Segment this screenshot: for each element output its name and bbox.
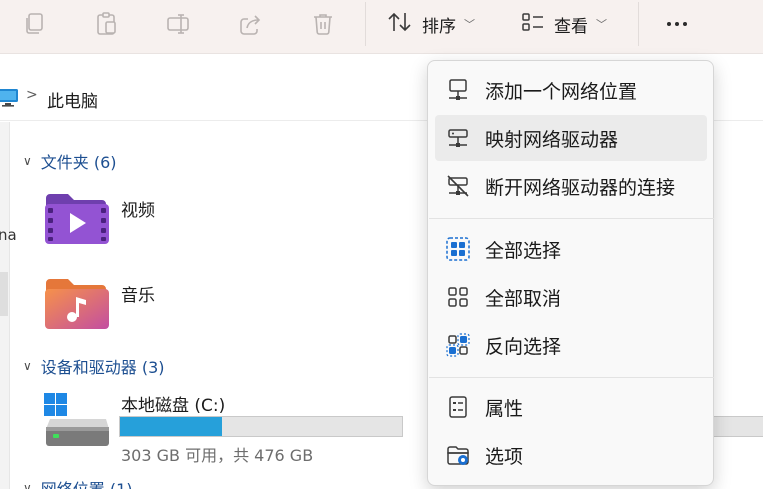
nav-selected-item[interactable] xyxy=(0,272,8,316)
chevron-down-icon: ∨ xyxy=(23,359,32,373)
this-pc-icon xyxy=(0,88,20,112)
properties-icon xyxy=(446,395,470,419)
view-more-menu: 添加一个网络位置 映射网络驱动器 断开网络驱动器的连接 全部选择 全部取消 反向… xyxy=(427,60,714,486)
group-header-folders[interactable]: ∨ 文件夹 (6) xyxy=(23,149,117,173)
share-icon[interactable] xyxy=(236,9,266,39)
videos-folder-icon[interactable] xyxy=(44,192,110,250)
drive-name[interactable]: 本地磁盘 (C:) xyxy=(121,391,225,416)
menu-item-select-all[interactable]: 全部选择 xyxy=(435,226,707,272)
invert-selection-icon xyxy=(446,333,470,357)
drive-free-space: 303 GB 可用，共 476 GB xyxy=(121,446,314,465)
select-all-icon xyxy=(446,237,470,261)
menu-item-disconnect-network-drive[interactable]: 断开网络驱动器的连接 xyxy=(435,163,707,209)
folder-label-videos[interactable]: 视频 xyxy=(121,196,155,221)
more-icon[interactable] xyxy=(655,10,699,38)
chevron-down-icon: ﹀ xyxy=(464,18,475,31)
sort-button[interactable]: 排序 ﹀ xyxy=(387,9,475,39)
menu-item-select-none[interactable]: 全部取消 xyxy=(435,274,707,320)
view-icon xyxy=(521,11,545,38)
menu-separator xyxy=(429,377,714,378)
breadcrumb-chevron-icon: > xyxy=(26,87,38,103)
map-drive-icon xyxy=(446,126,470,150)
breadcrumb-location[interactable]: 此电脑 xyxy=(47,87,98,112)
select-none-icon xyxy=(446,285,470,309)
copy-icon[interactable] xyxy=(20,9,50,39)
menu-separator xyxy=(429,218,714,219)
group-header-devices[interactable]: ∨ 设备和驱动器 (3) xyxy=(23,354,165,378)
chevron-down-icon: ∨ xyxy=(23,154,32,168)
nav-item-fragment[interactable]: na xyxy=(0,226,17,244)
chevron-down-icon: ∨ xyxy=(23,481,32,489)
command-bar: 排序 ﹀ 查看 ﹀ xyxy=(0,0,763,54)
drive-usage-bar-2 xyxy=(712,416,763,437)
local-disk-icon[interactable] xyxy=(44,393,110,453)
drive-usage-fill xyxy=(120,417,222,436)
view-label: 查看 xyxy=(554,16,588,37)
view-button[interactable]: 查看 ﹀ xyxy=(521,9,607,39)
disconnect-drive-icon xyxy=(446,174,470,198)
toolbar-separator xyxy=(638,2,639,46)
rename-icon[interactable] xyxy=(164,9,194,39)
menu-item-properties[interactable]: 属性 xyxy=(435,384,707,430)
menu-item-options[interactable]: 选项 xyxy=(435,432,707,478)
menu-item-map-network-drive[interactable]: 映射网络驱动器 xyxy=(435,115,707,161)
toolbar-separator xyxy=(365,2,366,46)
music-folder-icon[interactable] xyxy=(44,277,110,335)
sort-icon xyxy=(387,11,413,38)
group-header-network[interactable]: ∨ 网络位置 (1) xyxy=(23,476,133,489)
chevron-down-icon: ﹀ xyxy=(596,18,607,31)
network-location-icon xyxy=(446,78,470,102)
menu-item-invert-selection[interactable]: 反向选择 xyxy=(435,322,707,368)
delete-icon[interactable] xyxy=(308,9,338,39)
sort-label: 排序 xyxy=(422,16,456,37)
group-header-label: 网络位置 (1) xyxy=(41,476,133,489)
folder-label-music[interactable]: 音乐 xyxy=(121,281,155,306)
menu-item-add-network-location[interactable]: 添加一个网络位置 xyxy=(435,67,707,113)
group-header-label: 文件夹 (6) xyxy=(40,153,117,172)
drive-usage-bar xyxy=(119,416,403,437)
paste-icon[interactable] xyxy=(92,9,122,39)
options-icon xyxy=(446,443,470,467)
group-header-label: 设备和驱动器 (3) xyxy=(40,358,165,377)
